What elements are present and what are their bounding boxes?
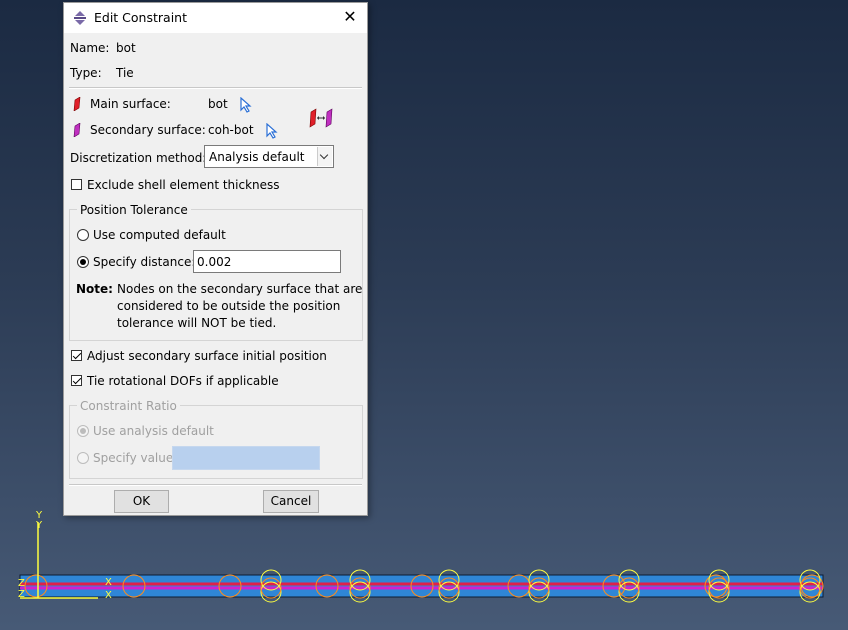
edit-constraint-dialog: Edit Constraint ✕ Name: bot Type: Tie Ma… — [63, 2, 368, 516]
note-label: Note: — [76, 282, 113, 296]
note-line-2: considered to be outside the position — [117, 299, 341, 313]
magenta-surface-icon — [73, 123, 81, 137]
type-value: Tie — [116, 66, 134, 80]
secondary-surface-label: Secondary surface: — [90, 123, 206, 137]
type-label: Type: — [70, 66, 102, 80]
triad-y-label-2: Y — [35, 520, 43, 531]
specify-distance-radio[interactable] — [77, 256, 89, 268]
triad-z-label: Z — [18, 578, 25, 589]
tie-constraint-icon — [74, 11, 86, 25]
cancel-button[interactable]: Cancel — [263, 490, 319, 513]
ok-button[interactable]: OK — [114, 490, 169, 513]
specify-value-radio[interactable] — [77, 452, 89, 464]
note-line-1: Nodes on the secondary surface that are — [117, 282, 363, 296]
use-computed-default-radio[interactable] — [77, 229, 89, 241]
triad-x-label-2: X — [105, 590, 112, 601]
constraint-ratio-title: Constraint Ratio — [77, 399, 180, 413]
position-tolerance-title: Position Tolerance — [77, 203, 191, 217]
dialog-title: Edit Constraint — [94, 10, 187, 25]
tie-rotational-checkbox[interactable] — [71, 375, 82, 386]
note-line-3: tolerance will NOT be tied. — [117, 316, 277, 330]
name-value: bot — [116, 41, 136, 55]
adjust-secondary-checkbox[interactable] — [71, 350, 82, 361]
exclude-shell-label: Exclude shell element thickness — [87, 178, 280, 192]
separator — [69, 484, 362, 486]
discretization-label: Discretization method: — [70, 151, 207, 165]
specify-distance-label: Specify distance: — [93, 255, 196, 269]
name-label: Name: — [70, 41, 110, 55]
chevron-down-icon[interactable] — [317, 147, 332, 166]
main-surface-value: bot — [208, 97, 228, 111]
part-strip — [19, 574, 824, 598]
select-arrow-icon[interactable] — [266, 123, 278, 139]
specify-value-label: Specify value — [93, 451, 174, 465]
select-arrow-icon[interactable] — [240, 97, 252, 113]
adjust-secondary-label: Adjust secondary surface initial positio… — [87, 349, 327, 363]
use-analysis-default-label: Use analysis default — [93, 424, 214, 438]
specify-distance-value: 0.002 — [197, 255, 232, 269]
swap-surfaces-icon[interactable] — [309, 107, 333, 129]
dialog-titlebar[interactable]: Edit Constraint ✕ — [64, 3, 367, 33]
red-surface-icon — [73, 97, 81, 111]
discretization-value: Analysis default — [209, 150, 305, 164]
tie-rotational-label: Tie rotational DOFs if applicable — [87, 374, 279, 388]
secondary-surface-value: coh-bot — [208, 123, 254, 137]
triad-z-label-2: Z — [18, 589, 25, 600]
discretization-select[interactable]: Analysis default — [204, 145, 334, 168]
separator — [69, 87, 362, 89]
close-icon[interactable]: ✕ — [341, 8, 359, 26]
use-analysis-default-radio[interactable] — [77, 425, 89, 437]
main-surface-label: Main surface: — [90, 97, 171, 111]
specify-value-input[interactable] — [172, 446, 320, 470]
exclude-shell-checkbox[interactable] — [71, 179, 82, 190]
specify-distance-input[interactable]: 0.002 — [193, 250, 341, 273]
triad-x-label: X — [105, 577, 112, 588]
use-computed-default-label: Use computed default — [93, 228, 226, 242]
